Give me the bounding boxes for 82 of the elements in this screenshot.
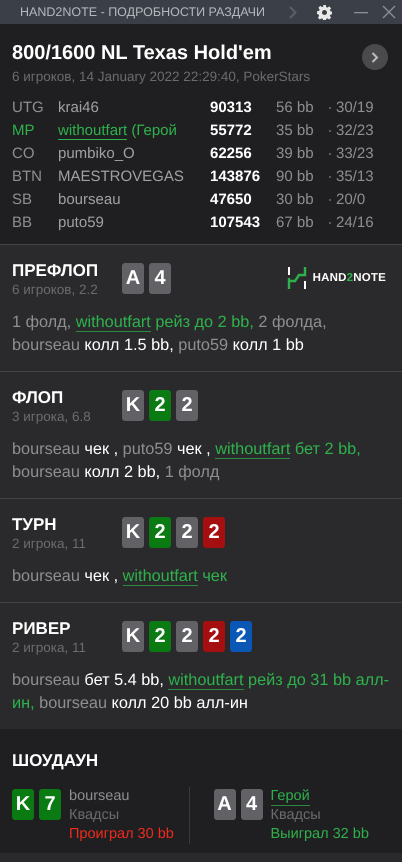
playing-card: A [214,789,236,820]
playing-card: 2 [176,390,198,421]
playing-card: 2 [203,621,225,652]
hand-info: 6 игроков, 14 January 2022 22:29:40, PokerStars [12,69,310,84]
player-stats: 32/23 [336,121,375,140]
player-name: bourseau [69,787,130,806]
playing-card: 2 [230,621,252,652]
playing-card: 2 [149,621,171,652]
playing-card: A [122,263,144,294]
stack-bb: 30 bb [276,190,315,209]
player-name: bourseau [58,190,122,209]
playing-card: K [122,517,144,548]
stack-value: 90313 [210,98,253,117]
playing-card: 7 [39,789,61,820]
next-button[interactable] [362,44,388,70]
stack-bb: 56 bb [276,98,315,117]
hand-combination: Квадсы [69,806,120,825]
position-label: BB [12,213,34,232]
player-name: puto59 [58,213,105,232]
player-stats: 33/23 [336,144,375,163]
position-label: BTN [12,167,43,186]
chevron-icon [371,52,379,62]
stack-bb: 90 bb [276,167,315,186]
street-title: РИВЕР [12,619,72,639]
settings-icon[interactable] [317,4,332,20]
hand-combination: Квадсы [270,806,321,825]
player-link[interactable]: withoutfart [168,671,244,690]
stack-bb: 67 bb [276,213,315,232]
street-title: ТУРН [12,515,58,535]
player-link[interactable]: withoutfart [76,313,151,332]
street-title: ПРЕФЛОП [12,261,100,281]
playing-card: 2 [176,621,198,652]
action-line: bourseau бет 5.4 bb, withoutfart рейз до 31 bb алл-ин, bourseau колл 20 bb алл-ин [12,670,390,714]
stack-bb: 35 bb [276,121,315,140]
stack-value: 62256 [210,144,253,163]
playing-card: K [122,390,144,421]
section-title: ШОУДАУН [12,751,100,771]
action-line: bourseau чек , puto59 чек , withoutfart бет 2 bb, bourseau колл 2 bb, 1 фолд [12,439,362,483]
playing-card: 4 [240,789,262,820]
playing-card: 2 [149,390,171,421]
action-line: bourseau чек , withoutfart чек [12,566,228,588]
player-stats: 30/19 [336,98,375,117]
player-name: MAESTROVEGAS [58,167,185,186]
stack-value: 107543 [210,213,262,232]
player-stats: 24/16 [336,213,375,232]
stack-value: 143876 [210,167,262,186]
street-title: ФЛОП [12,388,64,408]
player-stats: 35/13 [336,167,375,186]
street-info: 6 игроков, 2.2 [12,282,99,297]
logo-icon [286,267,307,289]
stack-bb: 39 bb [276,144,315,163]
position-label: UTG [12,98,45,117]
player-link[interactable]: withoutfart [58,122,128,140]
playing-card: K [122,621,144,652]
player-stats: 20/0 [336,190,366,209]
playing-card: 2 [149,517,171,548]
playing-card: 4 [149,263,171,294]
position-label: SB [12,190,34,209]
player-name: pumbiko_O [58,144,136,163]
player-link[interactable]: withoutfart [122,567,198,586]
minimize-icon[interactable] [354,10,368,14]
game-title: 800/1600 NL Texas Hold'em [12,42,273,65]
playing-card: 2 [176,517,198,548]
player-name: krai46 [58,98,100,117]
player-link[interactable]: Герой [270,787,310,806]
player-link[interactable]: withoutfart [215,440,290,459]
action-line: 1 фолд, withoutfart рейз до 2 bb, 2 фолда, bourseau колл 1.5 bb, puto59 колл 1 bb [12,312,328,356]
hero-tag: (Герой [131,122,177,139]
street-info: 2 игрока, 11 [12,536,87,551]
close-icon[interactable] [382,5,396,19]
stack-value: 55772 [210,121,253,140]
position-label: CO [12,144,36,163]
playing-card: 2 [203,517,225,548]
street-info: 3 игрока, 6.8 [12,409,92,424]
playing-card: K [12,789,34,820]
window-title: HAND2NOTE - ПОДРОБНОСТИ РАЗДАЧИ [20,5,266,19]
logo-text: HAND2NOTE [312,272,386,284]
street-info: 2 игрока, 11 [12,640,87,655]
position-label: MP [12,121,36,140]
result-text: Проиграл 30 bb [69,825,174,844]
result-text: Выиграл 32 bb [270,825,369,844]
stack-value: 47650 [210,190,253,209]
